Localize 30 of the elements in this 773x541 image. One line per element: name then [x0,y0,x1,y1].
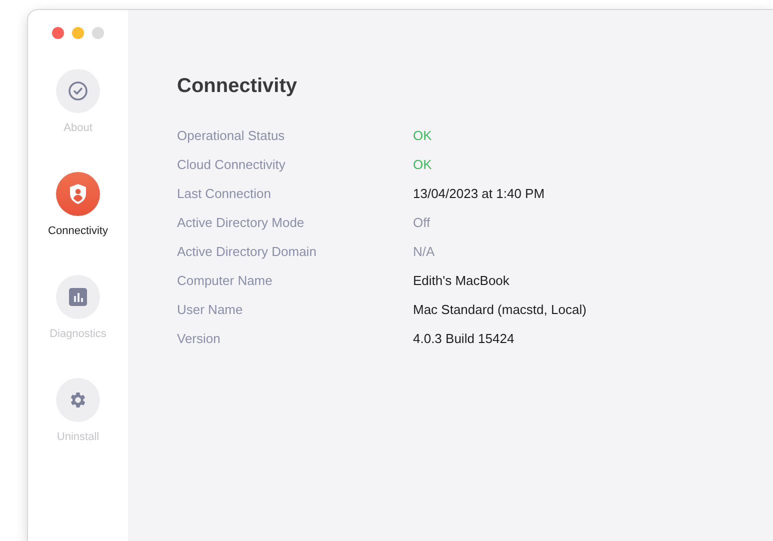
sidebar-button[interactable] [56,69,100,113]
field-value: 13/04/2023 at 1:40 PM [413,186,545,201]
field-label: User Name [177,302,244,317]
settings-icon [68,390,88,410]
bar-chart-icon [68,288,87,306]
field-value: OK [413,128,432,143]
shield-user-icon [68,183,88,205]
field-value: Mac Standard (macstd, Local) [413,302,586,317]
field-label: Version [177,331,222,346]
field-value: N/A [413,244,435,259]
sidebar-label[interactable]: Diagnostics [50,328,106,340]
field-label: Operational Status [177,128,286,143]
field-label: Computer Name [177,273,274,288]
field-label: Active Directory Domain [177,244,318,259]
field-label: Active Directory Mode [177,215,306,230]
sidebar-button[interactable] [56,378,100,422]
field-label: Cloud Connectivity [177,157,286,172]
field-value: Off [413,215,430,230]
sidebar-button[interactable] [56,275,100,319]
sidebar-label[interactable]: Uninstall [56,431,100,443]
sidebar-label[interactable]: About [64,122,92,134]
field-value: Edith's MacBook [413,273,510,288]
field-value: 4.0.3 Build 15424 [413,331,514,346]
sidebar-label[interactable]: Connectivity [48,225,108,237]
close-button[interactable] [52,27,64,39]
sidebar-button[interactable] [56,172,100,216]
page-title: Connectivity [177,75,298,98]
field-value: OK [413,157,432,172]
field-label: Last Connection [177,186,272,201]
check-circle-icon [68,81,88,101]
